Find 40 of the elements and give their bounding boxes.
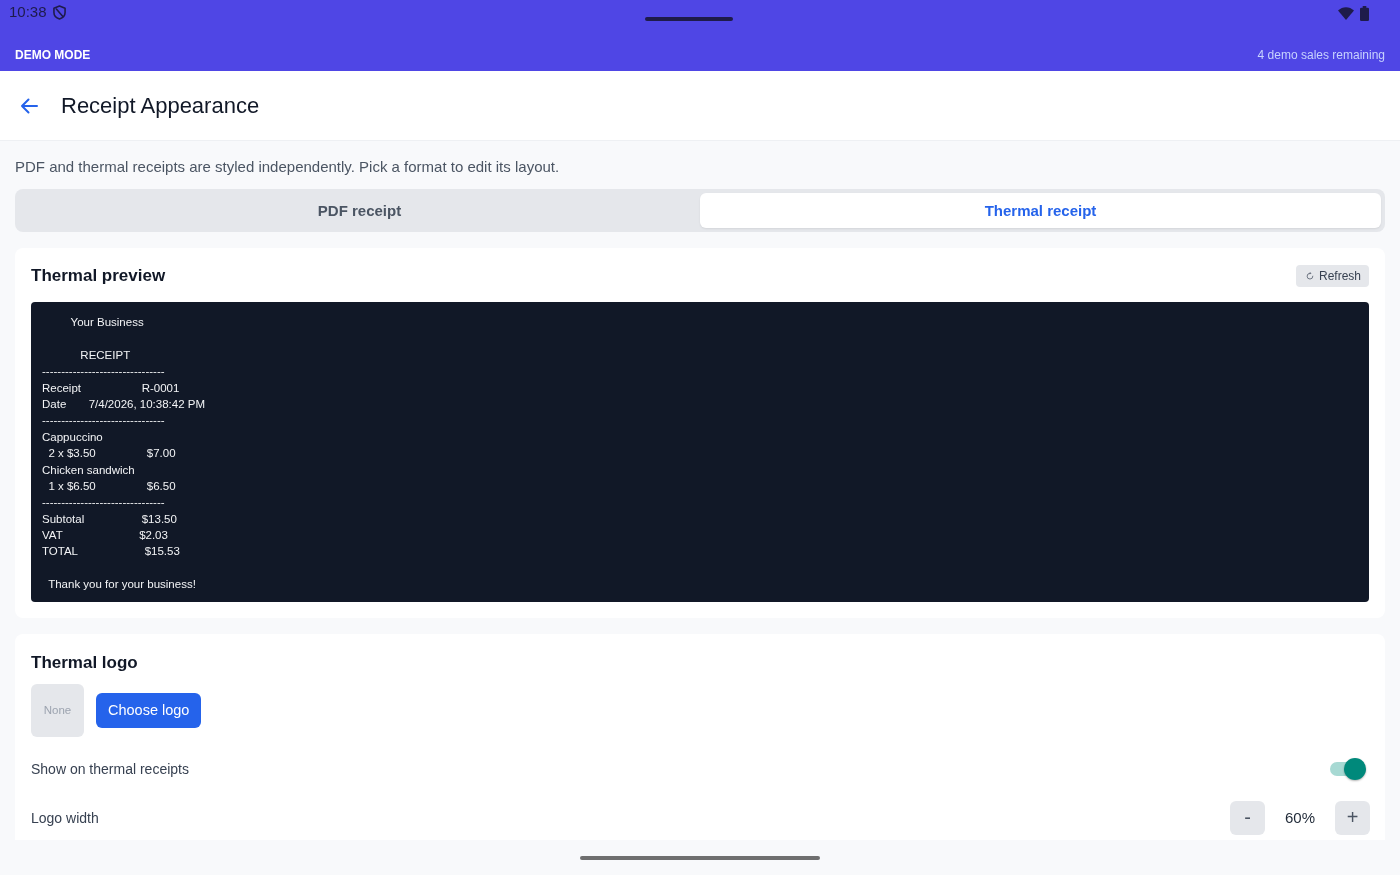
page-title: Receipt Appearance xyxy=(61,91,260,120)
receipt-line: TOTAL $15.53 xyxy=(42,545,180,558)
format-tab[interactable]: PDF receipt xyxy=(19,193,700,228)
choose-logo-button[interactable]: Choose logo xyxy=(96,692,202,728)
receipt-line: -------------------------------- xyxy=(42,496,165,509)
status-time: 10:38 xyxy=(9,3,47,21)
card-title: Thermal logo xyxy=(31,651,139,674)
receipt-line: RECEIPT xyxy=(79,348,131,361)
shield-icon xyxy=(52,4,66,20)
battery-icon xyxy=(1360,5,1369,21)
demo-sales-remaining: 4 demo sales remaining xyxy=(1257,47,1385,63)
receipt-line: 2 x $3.50 $7.00 xyxy=(47,447,176,460)
refresh-button[interactable]: Refresh xyxy=(1295,265,1369,287)
receipt-line: -------------------------------- xyxy=(42,414,165,427)
receipt-line: Chicken sandwich xyxy=(42,463,135,476)
gesture-bar[interactable] xyxy=(580,855,820,860)
format-tab[interactable]: Thermal receipt xyxy=(700,193,1381,228)
refresh-icon xyxy=(1305,272,1314,280)
receipt-line: -------------------------------- xyxy=(42,365,165,378)
setting-label: Logo width xyxy=(31,809,99,826)
back-arrow-icon xyxy=(20,97,38,114)
window-handle[interactable] xyxy=(645,17,733,21)
decrement-button[interactable]: - xyxy=(1229,800,1265,835)
receipt-line: Thank you for your business! xyxy=(47,578,196,591)
card-title: Thermal preview xyxy=(31,265,166,287)
receipt-line: Date 7/4/2026, 10:38:42 PM xyxy=(42,397,206,410)
receipt-line: Cappuccino xyxy=(42,430,103,443)
demo-mode-label: DEMO MODE xyxy=(15,47,91,63)
logo-width-value: 60% xyxy=(1284,809,1315,827)
receipt-line: VAT $2.03 xyxy=(42,529,168,542)
receipt-line: Subtotal $13.50 xyxy=(42,512,177,525)
setting-label: Show on thermal receipts xyxy=(31,760,189,777)
increment-button[interactable]: + xyxy=(1335,800,1370,835)
receipt-line: Receipt R-0001 xyxy=(42,381,180,394)
receipt-line: Your Business xyxy=(69,316,144,328)
intro-text: PDF and thermal receipts are styled independently. Pick a format to edit its layout. xyxy=(15,157,561,177)
wifi-icon xyxy=(1338,6,1354,20)
toggle-switch[interactable] xyxy=(1330,757,1366,780)
receipt-line: 1 x $6.50 $6.50 xyxy=(47,479,176,492)
no-logo-label: None xyxy=(43,704,72,717)
